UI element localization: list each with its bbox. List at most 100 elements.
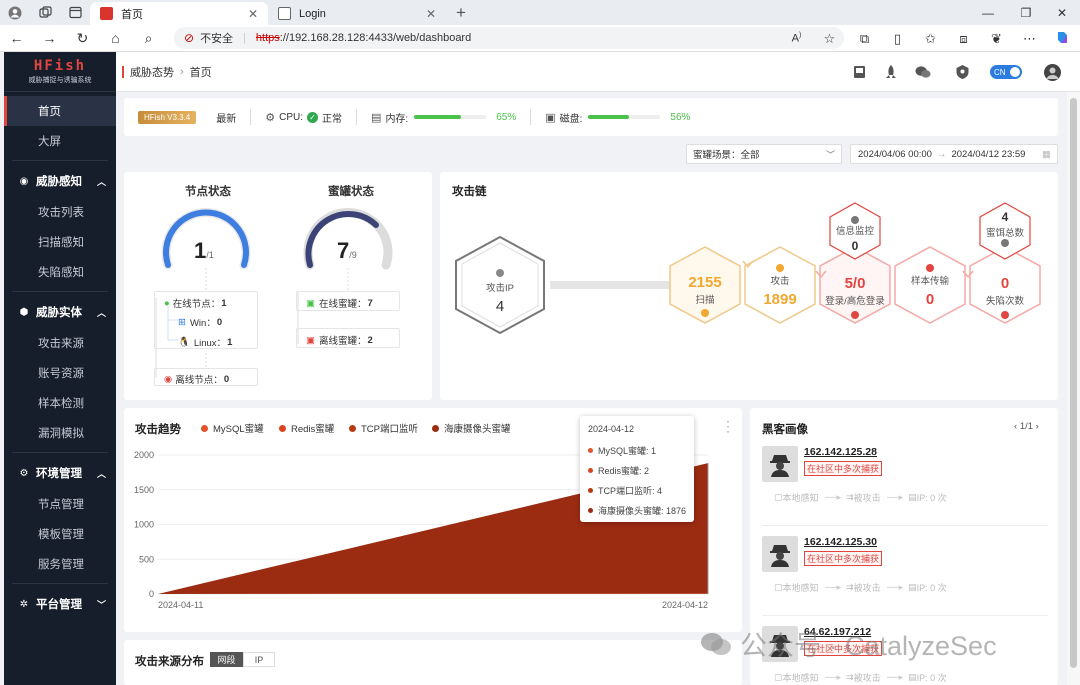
sidebar-item-templates[interactable]: 模板管理 xyxy=(4,519,116,549)
online-honeypots: ▣ 在线蜜罐： 7 xyxy=(306,297,373,311)
hacker-ip-link[interactable]: 162.142.125.30 xyxy=(804,536,877,548)
breadcrumb-item[interactable]: 威胁态势 xyxy=(130,64,174,80)
forward-icon[interactable]: → xyxy=(33,30,66,46)
memory-status: ▤ 内存: 65% xyxy=(371,111,517,125)
honeypot-status-title: 蜜罐状态 xyxy=(328,186,374,198)
sidebar-item-vuln-sim[interactable]: 漏洞模拟 xyxy=(4,418,116,448)
home-icon[interactable]: ⌂ xyxy=(99,30,132,46)
windows-nodes: ⊞ Win： 0 xyxy=(178,316,223,330)
wechat-icon[interactable] xyxy=(915,64,931,80)
sidebar-item-scan[interactable]: 扫描感知 xyxy=(4,227,116,257)
attack-source-title: 攻击来源分布 xyxy=(135,656,204,668)
shield-icon[interactable] xyxy=(954,64,970,80)
scan-label: 扫描 xyxy=(695,294,715,306)
legend-item[interactable]: Redis蜜罐 xyxy=(279,421,334,435)
new-tab-button[interactable]: + xyxy=(446,0,476,25)
reload-icon[interactable]: ↻ xyxy=(66,30,99,47)
date-range-picker[interactable]: 2024/04/06 00:00 → 2024/04/12 23:59 ▦ xyxy=(850,144,1058,164)
performance-icon[interactable]: ❦ xyxy=(980,31,1013,47)
divider xyxy=(762,615,1048,616)
attack-value: 1899 xyxy=(763,291,796,308)
search-icon[interactable]: ⌕ xyxy=(132,30,165,47)
workspaces-icon[interactable] xyxy=(30,0,60,25)
sidebar-item-attack-source[interactable]: 攻击来源 xyxy=(4,328,116,358)
tab-segment[interactable]: 网段 xyxy=(210,652,243,667)
date-start: 2024/04/06 00:00 xyxy=(858,148,932,160)
close-icon[interactable]: ✕ xyxy=(426,7,436,21)
transfer-value: 0 xyxy=(926,291,934,308)
hacker-ip-link[interactable]: 162.142.125.28 xyxy=(804,446,877,458)
close-icon[interactable]: ✕ xyxy=(248,7,258,21)
url-input[interactable]: ⊘ 不安全 | https ://192.168.28.128:4433/web… xyxy=(174,27,844,49)
perception-icon: ▢ xyxy=(774,492,783,502)
honeypot-scene-select[interactable]: 蜜罐场景：全部 ﹀ xyxy=(686,144,842,164)
sidebar-group-threat-perception[interactable]: ◉ 威胁感知 ︿ xyxy=(4,165,116,197)
legend-label: Redis蜜罐 xyxy=(291,424,335,435)
sidebar-item-attack-list[interactable]: 攻击列表 xyxy=(4,197,116,227)
favorite-star-icon[interactable]: ☆ xyxy=(813,31,846,47)
legend-label: TCP端口监听 xyxy=(361,424,419,435)
series-dot-icon xyxy=(588,448,593,453)
attack-icon: ⇉ xyxy=(846,582,854,592)
sidebar-item-nodes[interactable]: 节点管理 xyxy=(4,489,116,519)
close-window-icon[interactable]: ✕ xyxy=(1044,0,1080,25)
sidebar-item-bigscreen[interactable]: 大屏 xyxy=(4,126,116,156)
disk-icon: ▣ xyxy=(545,111,556,124)
legend-item[interactable]: MySQL蜜罐 xyxy=(201,421,264,435)
tab-ip[interactable]: IP xyxy=(243,652,275,667)
sidebar-group-platform[interactable]: ✲ 平台管理 ﹀ xyxy=(4,588,116,620)
hacker-entry[interactable]: 162.142.125.30 在社区中多次捕获 ▢ 本地感知 ------▸ ⇉ 被攻击… xyxy=(762,536,1048,616)
page-scrollbar[interactable] xyxy=(1067,92,1080,685)
cube-icon xyxy=(496,269,504,277)
more-icon[interactable]: ⋯ xyxy=(1013,31,1046,47)
back-icon[interactable]: ← xyxy=(0,30,33,46)
divider xyxy=(12,291,108,292)
sidebar-item-home[interactable]: 首页 xyxy=(4,96,116,126)
book-icon[interactable] xyxy=(851,64,867,80)
legend-item[interactable]: TCP端口监听 xyxy=(349,421,418,435)
tab-actions-icon[interactable] xyxy=(60,0,90,25)
sidebar-item-services[interactable]: 服务管理 xyxy=(4,549,116,579)
restore-icon[interactable]: ❐ xyxy=(1008,0,1044,25)
pager: ‹ 1/1 › xyxy=(1014,421,1039,432)
monitor-icon xyxy=(851,216,859,224)
honeypot-icon: ▣ xyxy=(306,334,315,346)
app-header: 威胁态势 › 首页 CN xyxy=(116,52,1080,92)
url-scheme: https xyxy=(255,32,280,44)
extensions-icon[interactable]: ⧉ xyxy=(848,31,881,47)
favorites-icon[interactable]: ✩ xyxy=(914,31,947,47)
legend-dot-icon xyxy=(432,424,439,432)
target-icon xyxy=(776,264,784,272)
minimize-icon[interactable]: — xyxy=(970,0,1006,25)
copilot-icon[interactable] xyxy=(1046,30,1079,48)
date-end: 2024/04/12 23:59 xyxy=(951,148,1026,160)
sidebar-item-accounts[interactable]: 账号资源 xyxy=(4,358,116,388)
sidebar-item-compromise[interactable]: 失陷感知 xyxy=(4,257,116,287)
sidebar-group-threat-entity[interactable]: ⬢ 威胁实体 ︿ xyxy=(4,296,116,328)
page-icon xyxy=(278,7,291,20)
more-vertical-icon[interactable]: · · · xyxy=(726,415,730,437)
tab-label: Login xyxy=(299,7,326,20)
read-aloud-icon[interactable]: A) xyxy=(780,32,813,45)
hacker-profile-title: 黑客画像 xyxy=(762,424,808,436)
user-avatar[interactable] xyxy=(1044,64,1061,81)
collections-icon[interactable]: ⧈ xyxy=(947,31,980,47)
browser-tab-home[interactable]: 首页 ✕ xyxy=(90,2,268,25)
sidebar-group-environment[interactable]: ⚙ 环境管理 ︿ xyxy=(4,457,116,489)
language-toggle[interactable]: CN xyxy=(990,65,1022,79)
memory-icon: ▤ xyxy=(371,111,382,124)
hacker-entry[interactable]: 162.142.125.28 在社区中多次捕获 ▢ 本地感知 ------▸ ⇉ 被攻击… xyxy=(762,446,1048,526)
profile-icon[interactable] xyxy=(0,0,30,25)
sidebar-item-samples[interactable]: 样本检测 xyxy=(4,388,116,418)
chevron-right-icon[interactable]: › xyxy=(1036,421,1039,432)
rocket-icon[interactable] xyxy=(883,64,899,80)
calendar-icon: ▦ xyxy=(1042,148,1051,160)
linux-nodes: 🐧 Linux： 1 xyxy=(178,336,233,350)
series-dot-icon xyxy=(588,488,593,493)
chevron-left-icon[interactable]: ‹ xyxy=(1014,421,1017,432)
legend-item[interactable]: 海康摄像头蜜罐 xyxy=(432,421,511,435)
split-screen-icon[interactable]: ▯ xyxy=(881,31,914,47)
browser-tab-login[interactable]: Login ✕ xyxy=(268,2,446,25)
url-path: ://192.168.28.128:4433/web/dashboard xyxy=(279,32,472,44)
watermark: 公众号 · CatalyzeSec xyxy=(700,624,997,663)
